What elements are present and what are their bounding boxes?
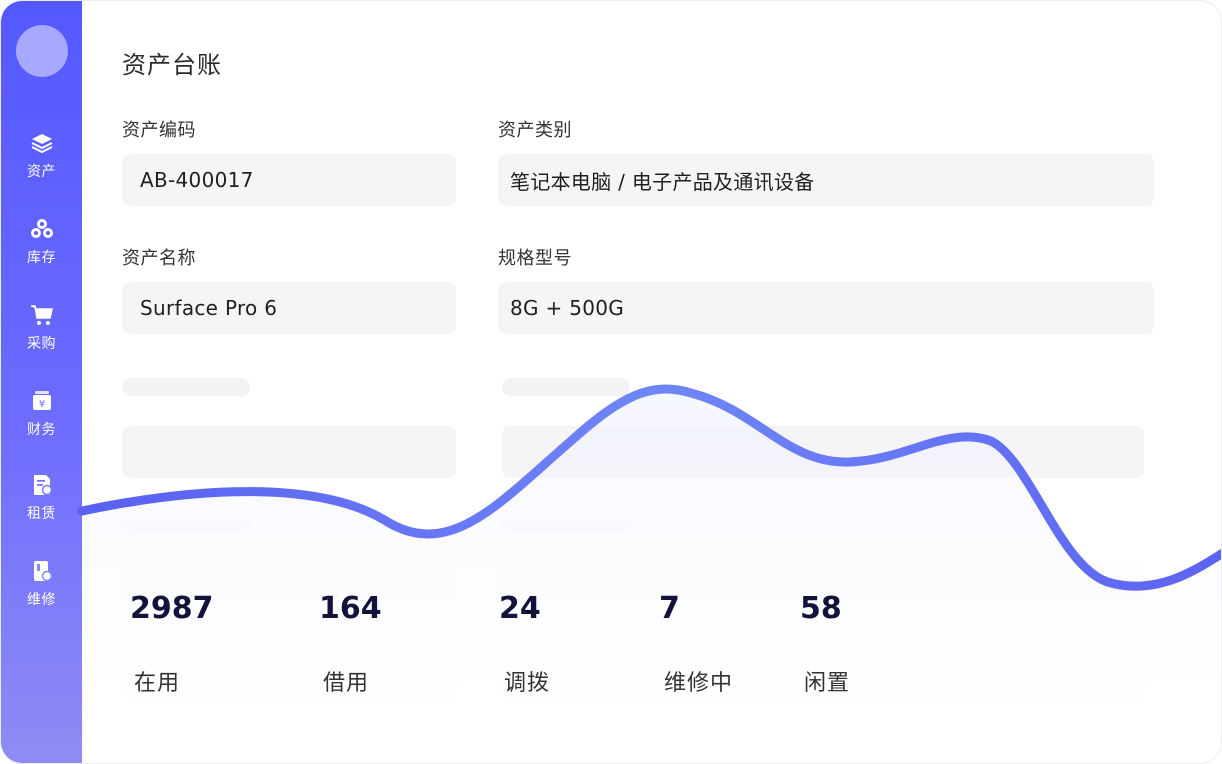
sidebar-item-inventory[interactable]: 库存 — [1, 217, 82, 287]
stat-in-use-value: 2987 — [130, 591, 214, 626]
stat-transfer-value: 24 — [499, 591, 541, 626]
stat-transfer-label: 调拨 — [504, 671, 551, 696]
page-title: 资产台账 — [122, 51, 222, 79]
avatar[interactable] — [16, 25, 68, 77]
document-lease-icon — [30, 473, 54, 497]
sidebar-item-label: 采购 — [27, 336, 56, 352]
placeholder-field — [502, 426, 1144, 478]
fade-overlay — [82, 501, 1221, 763]
sidebar-item-repair[interactable]: 维修 — [1, 559, 82, 629]
sidebar-item-finance[interactable]: ¥ 财务 — [1, 389, 82, 459]
spec-model-label: 规格型号 — [498, 248, 572, 269]
sidebar-item-label: 财务 — [27, 422, 56, 438]
stat-borrowed-value: 164 — [319, 591, 382, 626]
stat-repairing-label: 维修中 — [664, 671, 734, 696]
stat-repairing-value: 7 — [659, 591, 680, 626]
spec-model-field[interactable]: 8G + 500G — [498, 282, 1154, 334]
asset-name-field[interactable]: Surface Pro 6 — [122, 282, 456, 334]
app-card: 资产 库存 采购 ¥ 财务 租赁 维修 资产台账 资产编码 AB-400017 … — [0, 0, 1222, 764]
sidebar-item-label: 资产 — [27, 164, 56, 180]
layers-icon — [30, 131, 54, 155]
sidebar-item-assets[interactable]: 资产 — [1, 131, 82, 201]
sidebar-item-label: 库存 — [27, 250, 56, 266]
asset-code-label: 资产编码 — [122, 120, 196, 141]
yen-box-icon: ¥ — [30, 389, 54, 413]
stat-idle-value: 58 — [800, 591, 842, 626]
placeholder-label — [122, 378, 250, 396]
cart-icon — [30, 303, 54, 327]
sidebar-item-label: 维修 — [27, 592, 56, 608]
svg-text:¥: ¥ — [38, 399, 44, 410]
placeholder-field — [122, 426, 456, 478]
sidebar-item-label: 租赁 — [27, 506, 56, 522]
cluster-icon — [30, 217, 54, 241]
stat-borrowed-label: 借用 — [323, 671, 370, 696]
repair-card-icon — [30, 559, 54, 583]
stat-idle-label: 闲置 — [804, 671, 851, 696]
sidebar: 资产 库存 采购 ¥ 财务 租赁 维修 — [1, 1, 82, 763]
stat-in-use-label: 在用 — [134, 671, 181, 696]
asset-category-label: 资产类别 — [498, 120, 572, 141]
sidebar-item-lease[interactable]: 租赁 — [1, 473, 82, 543]
sidebar-item-purchase[interactable]: 采购 — [1, 303, 82, 373]
placeholder-label — [502, 378, 630, 396]
asset-category-field[interactable]: 笔记本电脑 / 电子产品及通讯设备 — [498, 154, 1154, 206]
asset-code-field[interactable]: AB-400017 — [122, 154, 456, 206]
asset-name-label: 资产名称 — [122, 248, 196, 269]
